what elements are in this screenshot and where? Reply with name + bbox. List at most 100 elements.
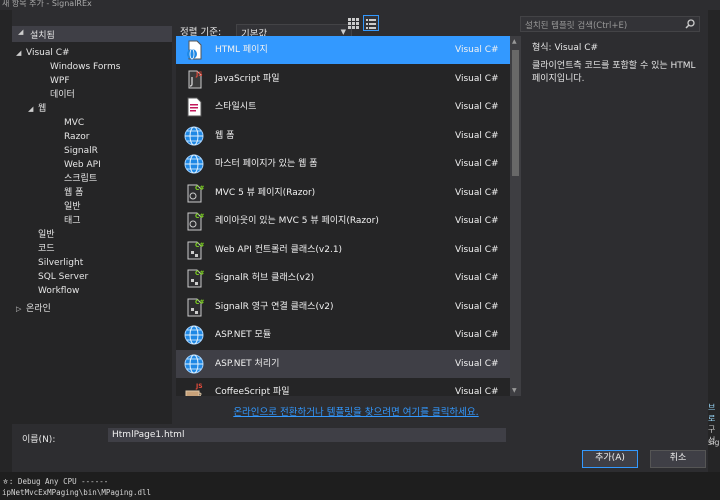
cancel-button[interactable]: 취소 bbox=[650, 450, 706, 468]
template-language: Visual C# bbox=[455, 387, 499, 396]
tree-item-label: 일반 bbox=[64, 202, 81, 212]
tree-item[interactable]: WPF bbox=[50, 74, 70, 88]
template-item[interactable]: 스타일시트 Visual C# bbox=[176, 93, 510, 121]
tree-item[interactable]: 스크립트 bbox=[64, 172, 97, 186]
output-line: ㅎ: Debug Any CPU ------ bbox=[2, 477, 109, 486]
add-button[interactable]: 추가(A) bbox=[582, 450, 638, 468]
template-name: JavaScript 파일 bbox=[215, 73, 280, 84]
online-templates-link[interactable]: 온라인으로 전환하거나 템플릿을 찾으려면 여기를 클릭하세요. bbox=[176, 404, 536, 418]
template-item[interactable]: ASP.NET 모듈 Visual C# bbox=[176, 321, 510, 349]
tree-item[interactable]: 웹 폼 bbox=[64, 186, 83, 200]
template-item[interactable]: 웹 폼 Visual C# bbox=[176, 122, 510, 150]
template-name: MVC 5 뷰 페이지(Razor) bbox=[215, 187, 316, 198]
tree-item-label: 코드 bbox=[38, 244, 55, 254]
scrollbar-thumb[interactable] bbox=[512, 50, 519, 176]
name-label: 이름(N): bbox=[22, 435, 56, 445]
expanded-arrow-icon[interactable]: ◢ bbox=[28, 102, 38, 116]
tree-item[interactable]: SQL Server bbox=[38, 270, 88, 284]
svg-text:C#: C# bbox=[195, 213, 204, 220]
template-name: 레이아웃이 있는 MVC 5 뷰 페이지(Razor) bbox=[215, 216, 379, 226]
web-globe-icon bbox=[184, 154, 204, 174]
tree-item[interactable]: 일반 bbox=[64, 200, 81, 214]
ide-right-panel: 브로 구성 sign bbox=[708, 10, 720, 480]
tree-item[interactable]: 일반 bbox=[38, 228, 55, 242]
template-icon: C# bbox=[183, 182, 205, 204]
tree-item-label: Razor bbox=[64, 132, 90, 142]
template-item[interactable]: ASP.NET 처리기 Visual C# bbox=[176, 349, 510, 378]
web-globe-icon bbox=[184, 325, 204, 345]
scroll-down-icon[interactable]: ▼ bbox=[512, 387, 517, 394]
tree-item[interactable]: Silverlight bbox=[38, 256, 83, 270]
stylesheet-icon bbox=[187, 97, 202, 117]
template-item[interactable]: C# SignalR 영구 연결 클래스(v2) Visual C# bbox=[176, 293, 510, 321]
right-panel-text: sign bbox=[708, 438, 720, 447]
template-item[interactable]: C# MVC 5 뷰 페이지(Razor) Visual C# bbox=[176, 179, 510, 207]
tree-header[interactable]: ◢ 설치됨 bbox=[12, 26, 172, 42]
tree-item-label: MVC bbox=[64, 118, 85, 128]
tree-item-label: 태그 bbox=[64, 216, 81, 226]
csharp-class-icon: C# bbox=[187, 241, 204, 259]
template-icon bbox=[183, 96, 205, 118]
tree-item-label: 웹 bbox=[38, 104, 47, 114]
coffeescript-file-icon: JS bbox=[185, 383, 203, 396]
template-language: Visual C# bbox=[455, 244, 499, 255]
template-language: Visual C# bbox=[455, 301, 499, 312]
expanded-arrow-icon[interactable]: ◢ bbox=[16, 46, 26, 60]
template-item[interactable]: JS CoffeeScript 파일 Visual C# bbox=[176, 378, 510, 396]
csharp-class-icon: C# bbox=[187, 269, 204, 288]
web-globe-icon bbox=[184, 126, 204, 145]
tree-item[interactable]: Razor bbox=[64, 130, 90, 144]
tree-item[interactable]: Windows Forms bbox=[50, 60, 120, 74]
list-view-button[interactable] bbox=[363, 15, 379, 31]
template-search-box[interactable]: 설치된 템플릿 검색(Ctrl+E) bbox=[520, 16, 700, 32]
template-description: 형식: Visual C# 클라이언트측 코드를 포함할 수 있는 HTML 페… bbox=[532, 42, 702, 86]
grid-view-icon bbox=[348, 18, 359, 29]
svg-text:JS: JS bbox=[195, 383, 203, 390]
template-item[interactable]: 마스터 페이지가 있는 웹 폼 Visual C# bbox=[176, 150, 510, 178]
template-icon: C# bbox=[183, 210, 205, 232]
template-name: ASP.NET 처리기 bbox=[215, 358, 280, 369]
template-name: SignalR 영구 연결 클래스(v2) bbox=[215, 301, 334, 312]
tree-item[interactable]: ◢ Visual C# bbox=[16, 46, 70, 60]
tree-item[interactable]: 데이터 bbox=[50, 88, 75, 102]
template-language: Visual C# bbox=[455, 330, 499, 340]
template-icon bbox=[183, 153, 205, 175]
type-label: 형식: bbox=[532, 43, 552, 53]
output-line: ipNetMvcExMPaging\bin\MPaging.dll bbox=[2, 488, 152, 497]
tree-header-label: 설치됨 bbox=[30, 31, 55, 41]
scroll-up-icon[interactable]: ▲ bbox=[512, 38, 517, 45]
tree-item[interactable]: ▷ 온라인 bbox=[16, 302, 51, 316]
window-title: 새 항목 추가 - SignalREx bbox=[2, 0, 92, 8]
tree-item[interactable]: ◢ 웹 bbox=[28, 102, 46, 116]
template-item[interactable]: C# 레이아웃이 있는 MVC 5 뷰 페이지(Razor) Visual C# bbox=[176, 207, 510, 235]
type-value: Visual C# bbox=[554, 43, 599, 53]
tree-item[interactable]: Workflow bbox=[38, 284, 79, 298]
template-item[interactable]: C# Web API 컨트롤러 클래스(v2.1) Visual C# bbox=[176, 236, 510, 264]
tree-item[interactable]: 태그 bbox=[64, 214, 81, 228]
template-icon: JS bbox=[183, 381, 205, 396]
template-list-scrollbar[interactable]: ▲ ▼ bbox=[510, 36, 521, 396]
template-name: SignalR 허브 클래스(v2) bbox=[215, 273, 315, 283]
small-icons-view-button[interactable] bbox=[346, 16, 360, 30]
tree-item[interactable]: 코드 bbox=[38, 242, 55, 256]
ide-left-panel bbox=[0, 10, 12, 480]
tree-item[interactable]: Web API bbox=[64, 158, 101, 172]
template-name: 스타일시트 bbox=[215, 102, 257, 112]
name-input[interactable] bbox=[108, 428, 506, 442]
template-language: Visual C# bbox=[455, 102, 499, 112]
template-item[interactable]: JS JavaScript 파일 Visual C# bbox=[176, 65, 510, 93]
template-icon bbox=[183, 324, 205, 346]
template-item[interactable]: HTML 페이지 Visual C# bbox=[176, 36, 510, 64]
tree-item-label: Windows Forms bbox=[50, 62, 121, 72]
collapsed-arrow-icon[interactable]: ▷ bbox=[16, 302, 26, 316]
template-language: Visual C# bbox=[455, 73, 499, 84]
tree-item[interactable]: SignalR bbox=[64, 144, 98, 158]
template-icon: C# bbox=[183, 267, 205, 289]
html-page-icon bbox=[187, 40, 202, 60]
template-category-tree: ◢ 설치됨 ◢ Visual C# Windows Forms WPF 데이터 ◢ 웹 MVC… bbox=[12, 26, 172, 424]
tree-item[interactable]: MVC bbox=[64, 116, 84, 130]
window-title-bar: 새 항목 추가 - SignalREx bbox=[0, 0, 720, 10]
template-item[interactable]: C# SignalR 허브 클래스(v2) Visual C# bbox=[176, 264, 510, 292]
tree-item-label: Silverlight bbox=[38, 258, 84, 268]
tree-item-label: 웹 폼 bbox=[64, 188, 84, 198]
